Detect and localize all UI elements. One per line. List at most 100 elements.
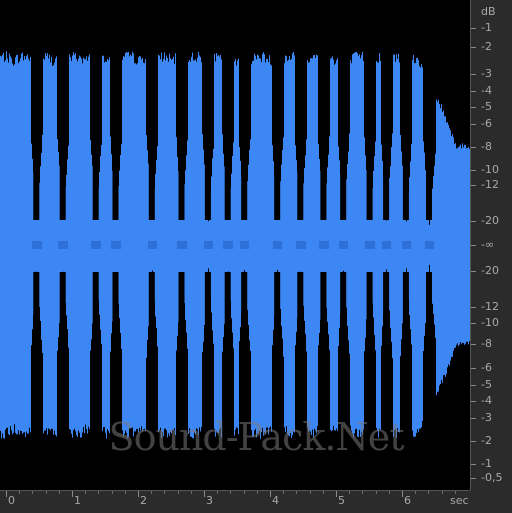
waveform-sample bbox=[216, 53, 217, 432]
waveform-sample bbox=[468, 146, 469, 345]
waveform-display[interactable] bbox=[0, 0, 470, 490]
waveform-center-sample bbox=[151, 241, 152, 249]
waveform-sample bbox=[438, 99, 439, 392]
waveform-center-sample bbox=[205, 241, 206, 249]
waveform-center-sample bbox=[178, 241, 179, 249]
waveform-sample bbox=[101, 144, 102, 344]
waveform-sample bbox=[109, 57, 110, 434]
waveform-sample bbox=[455, 143, 456, 348]
waveform-sample bbox=[290, 59, 291, 434]
db-tick bbox=[471, 185, 476, 186]
waveform-sample bbox=[375, 141, 376, 351]
waveform-sample bbox=[310, 58, 311, 432]
waveform-sample bbox=[450, 130, 451, 361]
waveform-center-sample bbox=[39, 241, 40, 249]
waveform-sample bbox=[318, 144, 319, 346]
waveform-center-sample bbox=[240, 241, 241, 249]
waveform-sample bbox=[82, 63, 83, 433]
waveform-sample bbox=[393, 54, 394, 437]
waveform-view[interactable]: dB -1 -2 -3 -4 -5 -6 -8 -10 -12 -20 -∞ -20 -12 -10 -8 -6… bbox=[0, 0, 512, 513]
waveform-sample bbox=[394, 54, 395, 431]
waveform-center-sample bbox=[430, 241, 431, 249]
db-label: -1 bbox=[481, 21, 492, 34]
waveform-trough-top bbox=[148, 60, 155, 220]
waveform-center-sample bbox=[210, 241, 211, 249]
waveform-sample bbox=[221, 59, 222, 438]
waveform-sample bbox=[13, 65, 14, 433]
waveform-center-sample bbox=[35, 241, 36, 249]
waveform-sample bbox=[193, 60, 194, 439]
waveform-sample bbox=[1, 56, 2, 439]
waveform-sample bbox=[251, 64, 252, 430]
waveform-center-sample bbox=[181, 241, 182, 249]
waveform-sample bbox=[362, 51, 363, 435]
waveform-center-sample bbox=[32, 241, 33, 249]
waveform-sample bbox=[23, 60, 24, 433]
waveform-sample bbox=[288, 59, 289, 436]
waveform-sample bbox=[217, 55, 218, 433]
db-label: -8 bbox=[481, 337, 492, 350]
waveform-center-sample bbox=[327, 241, 328, 249]
waveform-sample bbox=[268, 62, 269, 435]
waveform-center-sample bbox=[34, 241, 35, 249]
waveform-center-sample bbox=[273, 241, 274, 249]
waveform-sample bbox=[200, 57, 201, 432]
waveform-sample bbox=[55, 58, 56, 435]
waveform-center-sample bbox=[342, 241, 343, 249]
waveform-sample bbox=[392, 133, 393, 359]
waveform-sample bbox=[163, 58, 164, 437]
waveform-center-sample bbox=[320, 241, 321, 249]
waveform-sample bbox=[50, 62, 51, 431]
waveform-center-sample bbox=[244, 241, 245, 249]
waveform-sample bbox=[376, 61, 377, 428]
waveform-sample bbox=[213, 148, 214, 344]
db-tick bbox=[471, 124, 476, 125]
waveform-center-sample bbox=[278, 241, 279, 249]
waveform-center-sample bbox=[229, 241, 230, 249]
waveform-center-sample bbox=[65, 241, 66, 249]
waveform-graph[interactable] bbox=[0, 0, 470, 490]
waveform-center-sample bbox=[230, 241, 231, 249]
waveform-sample bbox=[451, 136, 452, 358]
waveform-sample bbox=[249, 149, 250, 341]
waveform-center-sample bbox=[389, 241, 390, 249]
waveform-sample bbox=[416, 58, 417, 434]
waveform-sample bbox=[31, 143, 32, 346]
waveform-sample bbox=[422, 67, 423, 422]
waveform-center-sample bbox=[99, 241, 100, 249]
waveform-sample bbox=[419, 66, 420, 429]
waveform-center-sample bbox=[385, 241, 386, 249]
waveform-sample bbox=[54, 62, 55, 431]
waveform-sample bbox=[417, 57, 418, 430]
time-label: 4 bbox=[272, 494, 279, 507]
waveform-sample bbox=[270, 64, 271, 427]
waveform-sample bbox=[191, 56, 192, 437]
db-label: -4 bbox=[481, 394, 492, 407]
waveform-center-sample bbox=[370, 241, 371, 249]
waveform-center-sample bbox=[38, 241, 39, 249]
waveform-sample bbox=[413, 54, 414, 437]
waveform-sample bbox=[11, 58, 12, 431]
waveform-sample bbox=[187, 140, 188, 349]
waveform-sample bbox=[315, 57, 316, 431]
waveform-sample bbox=[43, 58, 44, 434]
waveform-sample bbox=[169, 53, 170, 436]
waveform-sample bbox=[27, 54, 28, 434]
waveform-sample bbox=[330, 58, 331, 430]
waveform-sample bbox=[162, 61, 163, 432]
waveform-sample bbox=[307, 60, 308, 428]
waveform-sample bbox=[122, 59, 123, 431]
waveform-center-sample bbox=[343, 241, 344, 249]
waveform-sample bbox=[190, 61, 191, 437]
waveform-sample bbox=[22, 52, 23, 434]
waveform-center-sample bbox=[243, 241, 244, 249]
waveform-sample bbox=[4, 61, 5, 439]
waveform-center-sample bbox=[323, 241, 324, 249]
waveform-center-sample bbox=[410, 241, 411, 249]
waveform-sample bbox=[313, 55, 314, 438]
waveform-sample bbox=[176, 137, 177, 351]
waveform-sample bbox=[194, 60, 195, 433]
waveform-sample bbox=[18, 63, 19, 431]
waveform-center-sample bbox=[325, 241, 326, 249]
waveform-center-sample bbox=[384, 241, 385, 249]
